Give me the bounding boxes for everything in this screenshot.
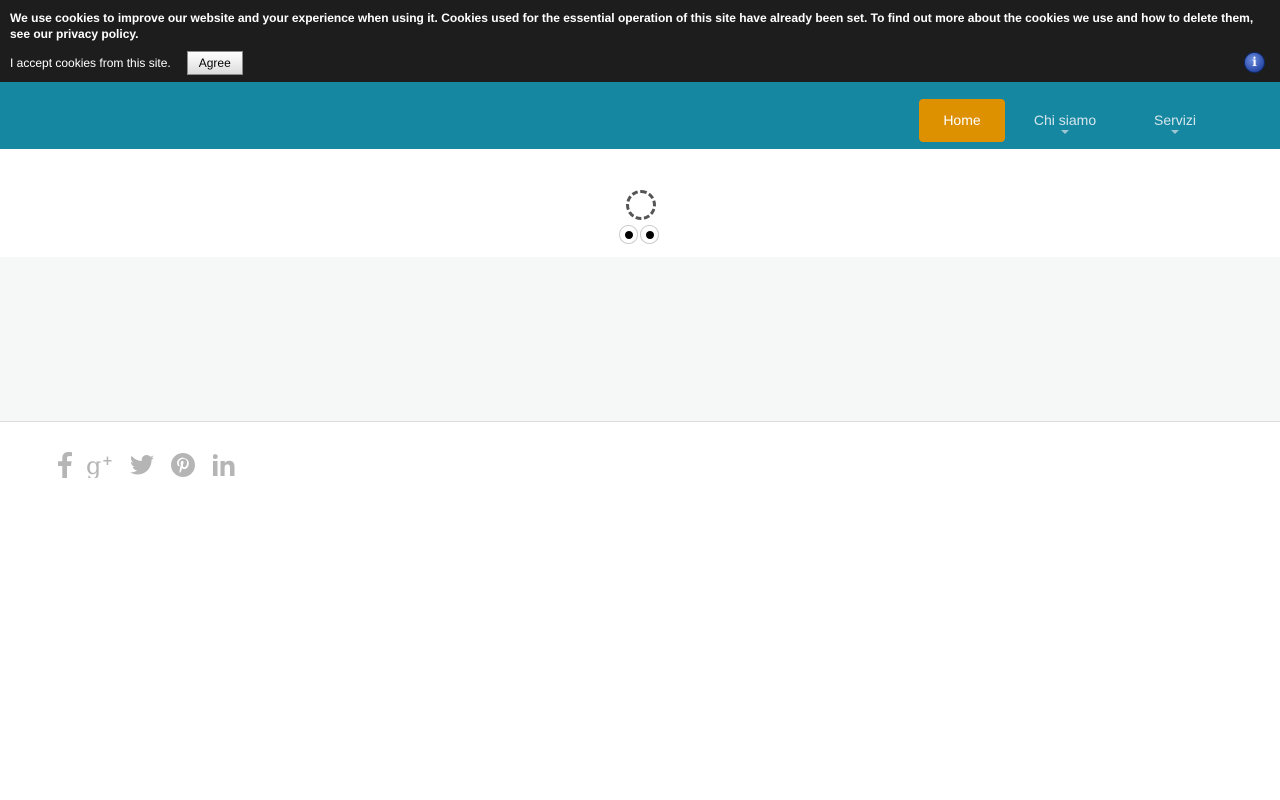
- slider-pagination: [619, 225, 661, 244]
- loading-spinner-icon: [626, 190, 656, 220]
- agree-button[interactable]: Agree: [186, 51, 243, 75]
- twitter-icon[interactable]: [125, 448, 159, 482]
- linkedin-icon[interactable]: [207, 448, 241, 482]
- nav-item-servizi[interactable]: Servizi: [1140, 99, 1210, 142]
- nav-item-label: Servizi: [1153, 112, 1196, 128]
- cookie-message: We use cookies to improve our website an…: [10, 11, 1254, 41]
- slider-dot[interactable]: [619, 225, 638, 244]
- facebook-icon[interactable]: [48, 448, 82, 482]
- pinterest-icon[interactable]: [166, 448, 200, 482]
- cookie-accept-text: I accept cookies from this site.: [10, 56, 171, 70]
- cookie-banner: We use cookies to improve our website an…: [0, 0, 1280, 82]
- nav-item-label: Home: [943, 112, 981, 128]
- cookie-accept-row: I accept cookies from this site. Agree: [10, 51, 243, 75]
- svg-text:g: g: [86, 452, 101, 478]
- main-navigation: Home Chi siamo Servizi: [0, 82, 1280, 149]
- content-section: [0, 257, 1280, 422]
- info-icon[interactable]: i: [1244, 52, 1265, 73]
- nav-item-home[interactable]: Home: [919, 99, 1005, 142]
- nav-item-chi-siamo[interactable]: Chi siamo: [1022, 99, 1108, 142]
- svg-text:+: +: [102, 454, 113, 469]
- chevron-down-icon: [1061, 130, 1069, 134]
- google-plus-icon[interactable]: g +: [83, 448, 117, 482]
- nav-item-label: Chi siamo: [1033, 112, 1097, 128]
- slider-dot[interactable]: [640, 225, 659, 244]
- chevron-down-icon: [1171, 130, 1179, 134]
